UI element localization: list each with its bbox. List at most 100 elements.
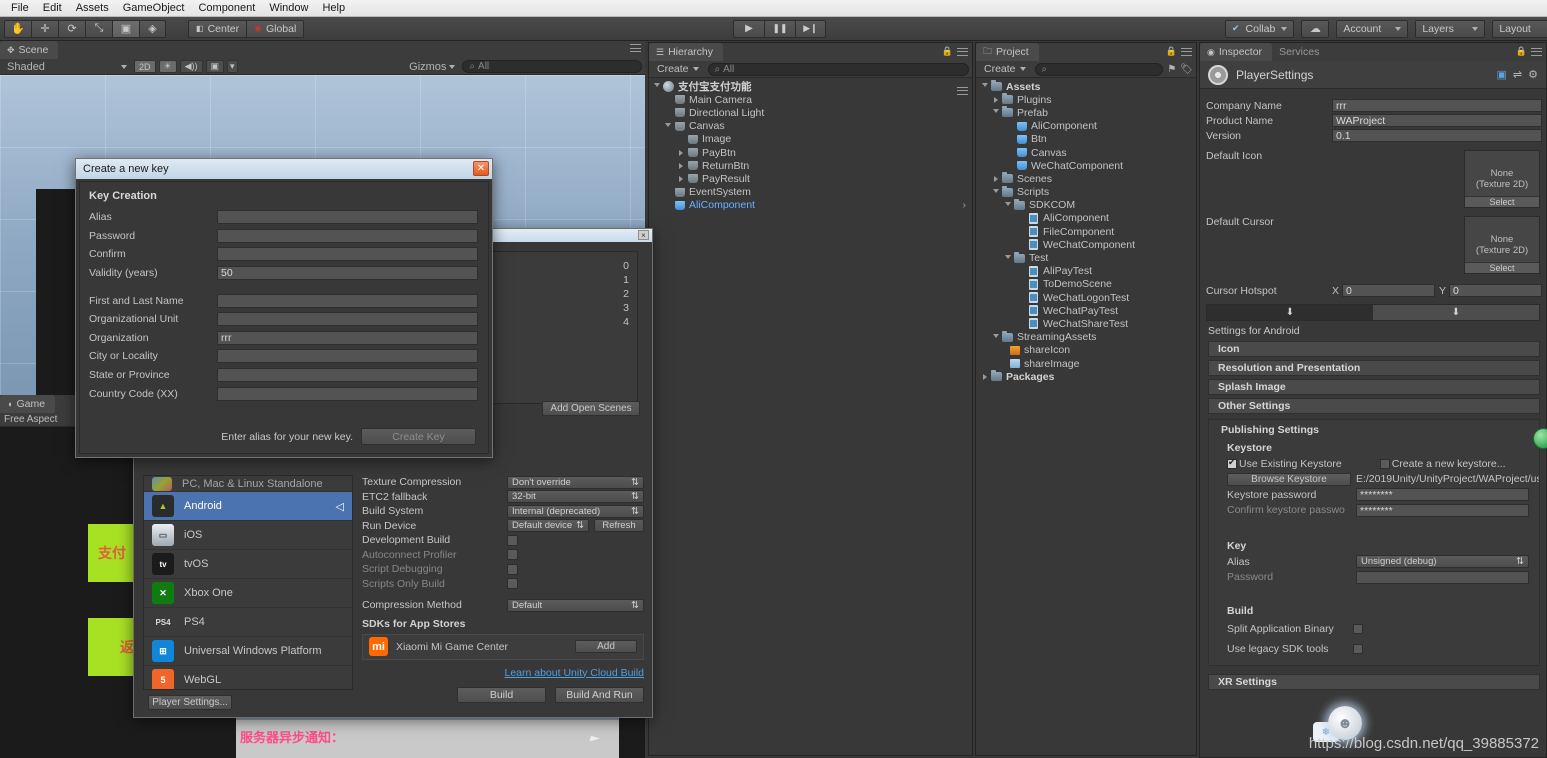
keystore-password-input[interactable]: ******** [1356,488,1529,502]
project-item-prefab-alicomponent[interactable]: AliComponent [976,120,1196,133]
expand-arrow-icon[interactable] [651,83,662,90]
project-item-shareicon[interactable]: shareIcon [976,344,1196,357]
project-item-script-wechatsharetest[interactable]: WeChatShareTest [976,317,1196,330]
hierarchy-create-button[interactable]: Create [652,62,704,76]
player-settings-button[interactable]: Player Settings... [148,695,232,710]
expand-arrow-icon[interactable] [990,188,1001,196]
split-application-binary-checkbox[interactable] [1353,624,1363,634]
project-item-script-alipaytest[interactable]: AliPayTest [976,265,1196,278]
filter-by-label-icon[interactable]: 🏷 [1180,64,1193,75]
platform-tab-android[interactable]: ⬇ [1373,305,1539,320]
project-panel-menu[interactable]: 🔒 [1166,46,1192,57]
tab-inspector[interactable]: ◉ Inspector [1200,43,1273,61]
company-name-input[interactable]: rrr [1332,99,1542,112]
cloud-button[interactable]: ☁ [1301,19,1330,38]
texture-compression-select[interactable]: Don't override ⇅ [507,475,644,489]
transform-tool-icon[interactable]: ◈ [139,19,166,38]
menu-item-component[interactable]: Component [191,0,262,16]
platform-item-uwp[interactable]: ⊞ Universal Windows Platform [144,637,352,666]
section-other-settings[interactable]: Other Settings [1208,398,1540,414]
section-xr-settings[interactable]: XR Settings [1208,674,1540,690]
scene-fx-icon[interactable]: ▣ [205,60,225,73]
shading-mode-dropdown[interactable]: Shaded [3,61,131,73]
country-code-input[interactable] [217,386,478,401]
expand-arrow-icon[interactable] [990,109,1001,116]
scripts-only-build-checkbox[interactable] [507,578,518,590]
use-existing-keystore-checkbox[interactable] [1227,457,1237,469]
hierarchy-item-paybtn[interactable]: PayBtn [649,146,972,159]
project-item-plugins[interactable]: Plugins [976,93,1196,106]
layers-button[interactable]: Layers [1415,19,1486,38]
product-name-input[interactable]: WAProject [1332,114,1542,127]
project-search-input[interactable]: ⌕ [1034,62,1164,76]
tab-game[interactable]: ◖ Game [0,395,56,413]
menu-item-assets[interactable]: Assets [69,0,116,16]
project-item-script-alicomponent[interactable]: AliComponent [976,212,1196,225]
hierarchy-item-main-camera[interactable]: Main Camera [649,93,972,106]
platform-item-tvos[interactable]: tv tvOS [144,550,352,579]
layout-button[interactable]: Layout [1492,19,1547,38]
lock-icon[interactable]: 🔒 [942,46,953,57]
hand-tool-icon[interactable]: ✋ [4,19,31,38]
step-button[interactable]: ▶❙ [795,19,826,38]
password-input[interactable] [217,228,478,243]
full-name-input[interactable] [217,293,478,308]
game-return-button[interactable]: 返 [88,618,136,676]
menu-item-help[interactable]: Help [315,0,352,16]
lock-icon[interactable]: 🔒 [1166,46,1177,57]
filter-by-type-icon[interactable]: ⚑ [1167,64,1176,75]
game-pay-button[interactable]: 支付 [88,524,136,582]
cursor-hotspot-x-input[interactable]: 0 [1342,284,1435,297]
toggle-2d-button[interactable]: 2D [134,60,156,73]
scene-lighting-icon[interactable]: ☀ [158,60,177,73]
autoconnect-profiler-checkbox[interactable] [507,549,518,561]
platform-item-pc[interactable]: PC, Mac & Linux Standalone [144,476,352,492]
validity-years-input[interactable]: 50 [217,266,478,281]
rotate-tool-icon[interactable]: ⟳ [58,19,85,38]
version-input[interactable]: 0.1 [1332,129,1542,142]
platform-tab-standalone[interactable]: ⬇ [1207,305,1373,320]
close-icon[interactable]: × [638,230,649,240]
pause-button[interactable]: ❚❚ [764,19,795,38]
project-item-prefab-canvas[interactable]: Canvas [976,146,1196,159]
key-password-input[interactable] [1356,570,1529,584]
project-item-assets[interactable]: Assets [976,80,1196,93]
expand-arrow-icon[interactable] [1002,201,1013,209]
prefab-open-arrow-icon[interactable]: › [963,199,967,211]
rect-tool-icon[interactable]: ▣ [112,19,139,38]
expand-arrow-icon[interactable] [979,373,990,380]
default-cursor-select-button[interactable]: Select [1465,262,1539,273]
hierarchy-item-returnbtn[interactable]: ReturnBtn [649,159,972,172]
scale-tool-icon[interactable]: ⤡ [85,19,112,38]
section-icon[interactable]: Icon [1208,341,1540,357]
city-input[interactable] [217,349,478,364]
hierarchy-search-input[interactable]: ⌕ All [707,62,969,76]
run-device-select[interactable]: Default device ⇅ [507,519,589,533]
project-create-button[interactable]: Create [979,62,1031,76]
project-item-streamingassets[interactable]: StreamingAssets [976,330,1196,344]
hierarchy-item-canvas[interactable]: Canvas [649,120,972,133]
build-and-run-button[interactable]: Build And Run [555,686,644,703]
expand-arrow-icon[interactable] [675,162,686,169]
expand-arrow-icon[interactable] [1002,254,1013,262]
project-item-script-filecomponent[interactable]: FileComponent [976,225,1196,238]
platform-item-xbox-one[interactable]: ✕ Xbox One [144,579,352,608]
section-splash-image[interactable]: Splash Image [1208,379,1540,395]
expand-arrow-icon[interactable] [990,175,1001,182]
project-item-scripts[interactable]: Scripts [976,185,1196,199]
hierarchy-item-directional-light[interactable]: Directional Light [649,106,972,119]
organization-input[interactable]: rrr [217,330,478,345]
project-item-prefab-btn[interactable]: Btn [976,133,1196,146]
project-item-sdkcom[interactable]: SDKCOM [976,198,1196,212]
platform-list[interactable]: PC, Mac & Linux Standalone ▲ Android ◁ ▭… [143,475,353,690]
hierarchy-panel-menu[interactable]: 🔒 [942,46,968,57]
platform-item-ios[interactable]: ▭ iOS [144,521,352,550]
default-icon-object-field[interactable]: None (Texture 2D) Select [1464,150,1540,208]
lock-icon[interactable]: 🔒 [1516,46,1527,57]
preset-icon[interactable]: ▣ [1497,68,1507,81]
menu-item-gameobject[interactable]: GameObject [116,0,192,16]
add-open-scenes-button[interactable]: Add Open Scenes [542,401,640,416]
key-alias-select[interactable]: Unsigned (debug) ⇅ [1356,555,1529,569]
project-item-prefab[interactable]: Prefab [976,106,1196,119]
play-button[interactable]: ▶ [733,19,764,38]
